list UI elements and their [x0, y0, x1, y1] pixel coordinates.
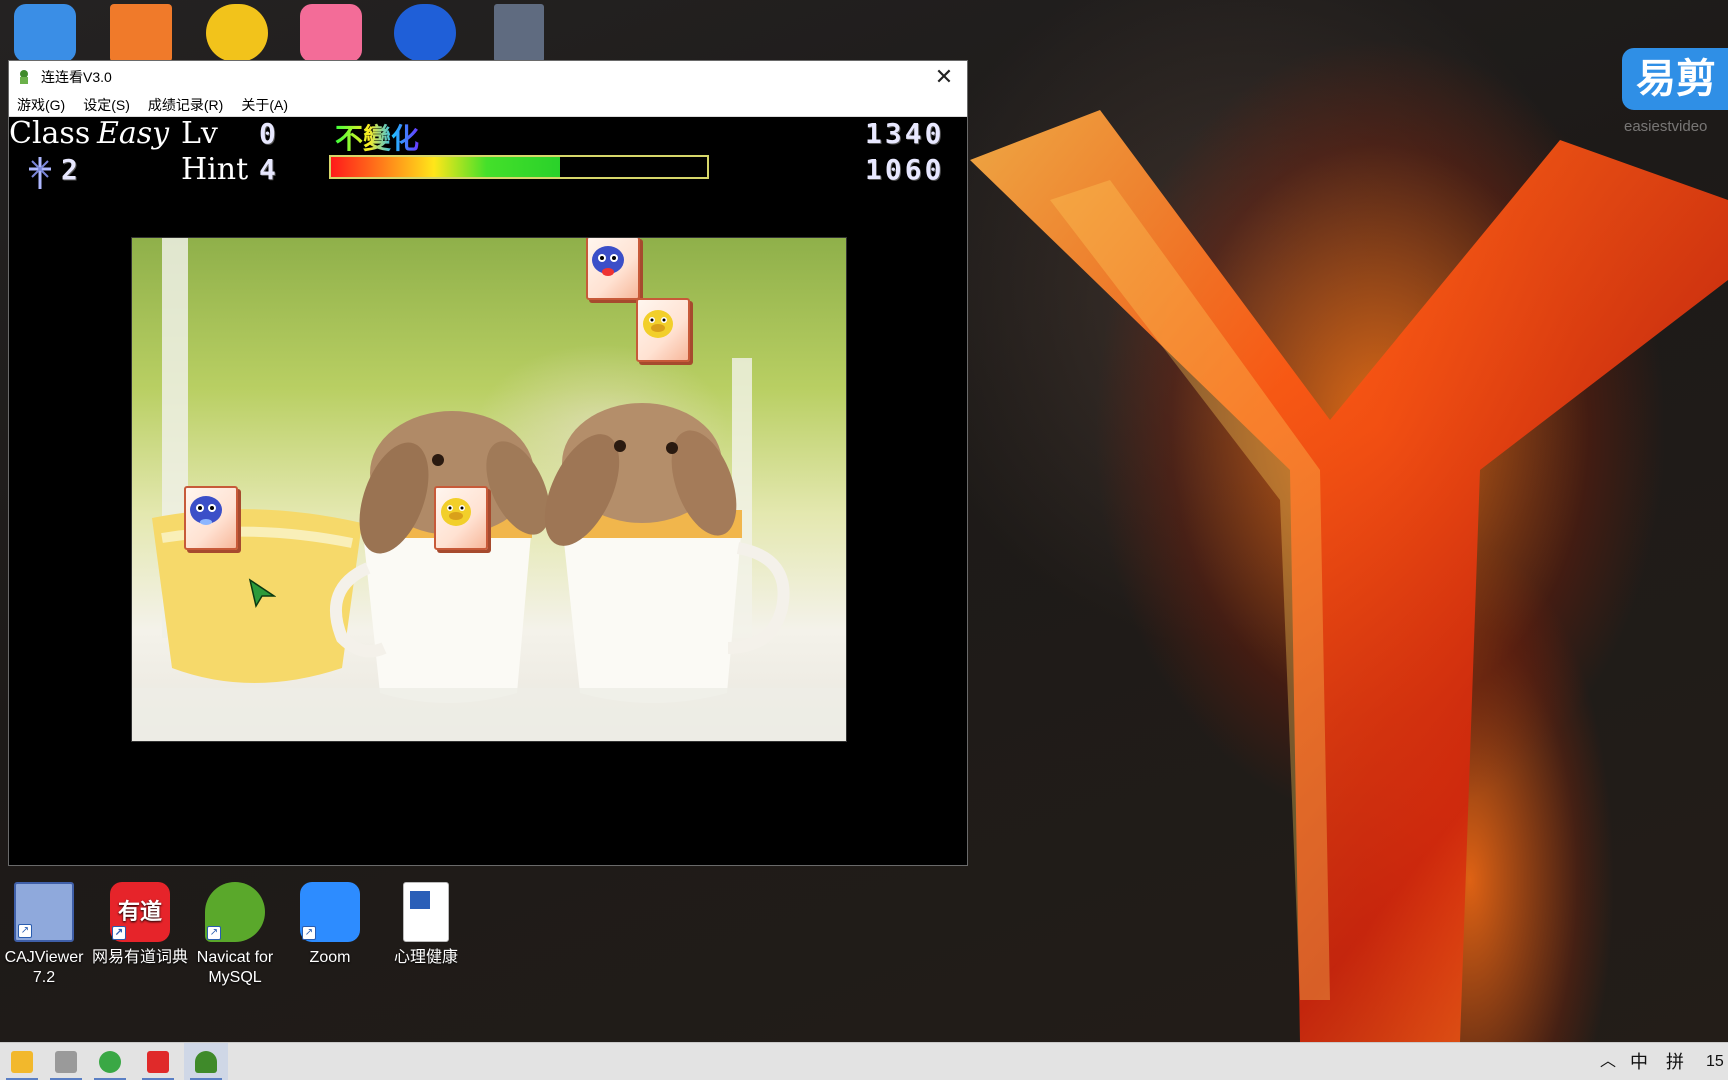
- score-top: 1340: [865, 117, 945, 150]
- bilibili-icon[interactable]: [300, 4, 362, 62]
- desktop-icon-youdao[interactable]: 有道 ↗ 网易有道词典: [92, 882, 188, 968]
- window-title: 连连看V3.0: [41, 69, 112, 85]
- level-label: Lv: [181, 116, 218, 151]
- desktop-icon-label: 心理健康: [393, 949, 458, 966]
- youdao-dictionary-icon: 有道 ↗: [110, 882, 170, 942]
- taskbar-file-explorer[interactable]: [0, 1043, 44, 1080]
- desktop-icon-label: Navicat for MySQL: [196, 949, 274, 986]
- menu-settings[interactable]: 设定(S): [74, 95, 139, 115]
- wps-icon: [147, 1051, 169, 1073]
- close-button[interactable]: ✕: [921, 61, 967, 93]
- class-label: Class: [9, 116, 91, 151]
- yellow-duck-icon: [643, 310, 673, 338]
- lianliankan-window: 连连看V3.0 ✕ 游戏(G) 设定(S) 成绩记录(R) 关于(A) Clas…: [8, 60, 968, 866]
- lives-sword-icon: [29, 157, 51, 189]
- file-explorer-icon: [11, 1051, 33, 1073]
- menu-bar: 游戏(G) 设定(S) 成绩记录(R) 关于(A): [9, 93, 967, 117]
- hint-count: 4: [259, 153, 279, 186]
- taskbar-wps[interactable]: [136, 1043, 180, 1080]
- tray-input-language[interactable]: 中: [1630, 1043, 1648, 1080]
- tray-input-method[interactable]: 拼: [1666, 1043, 1684, 1080]
- taskbar-ie-browser[interactable]: [88, 1043, 132, 1080]
- hint-label: Hint: [181, 152, 249, 187]
- game-board[interactable]: [131, 237, 847, 742]
- lianliankan-app-icon: [20, 70, 28, 84]
- word-document-icon: [403, 882, 449, 942]
- word-document-icon[interactable]: [494, 4, 544, 62]
- blue-monster-icon: [592, 246, 624, 276]
- time-bar: [329, 155, 709, 179]
- taskbar: ︿ 中 拼 15: [0, 1042, 1728, 1080]
- zoom-icon: ↗: [300, 882, 360, 942]
- flash-player-icon[interactable]: [394, 4, 456, 62]
- tray-chevron-up-icon[interactable]: ︿: [1600, 1043, 1616, 1080]
- yijian-logo[interactable]: 易剪: [1622, 48, 1728, 110]
- mouse-pointer-icon: [248, 578, 276, 608]
- mode-label: 不變化: [335, 117, 419, 157]
- media-player-icon: [55, 1051, 77, 1073]
- yellow-duck-icon: [441, 498, 471, 526]
- menu-records[interactable]: 成绩记录(R): [139, 95, 232, 115]
- navicat-icon: ↗: [205, 882, 265, 942]
- bird-app-icon[interactable]: [14, 4, 76, 62]
- desktop-icon-zoom[interactable]: ↗ Zoom: [282, 882, 378, 968]
- music-app-icon[interactable]: [206, 4, 268, 62]
- menu-game[interactable]: 游戏(G): [9, 95, 74, 115]
- lianliankan-app-icon: [195, 1051, 217, 1073]
- desktop-icon-label: 网易有道词典: [92, 949, 189, 966]
- tile-blue-monster[interactable]: [184, 486, 238, 550]
- taskbar-media-player[interactable]: [44, 1043, 88, 1080]
- desktop-icon-label: Zoom: [309, 949, 351, 966]
- desktop-icon-navicat[interactable]: ↗ Navicat for MySQL: [187, 882, 283, 988]
- lives-count: 2: [61, 153, 81, 186]
- class-value: Easy: [97, 116, 170, 151]
- tile-blue-monster[interactable]: [586, 238, 640, 300]
- board-background-rabbits: [132, 238, 846, 741]
- taskbar-lianliankan[interactable]: [184, 1043, 228, 1080]
- tile-yellow-duck[interactable]: [636, 298, 690, 362]
- blue-monster-icon: [190, 496, 222, 525]
- menu-about[interactable]: 关于(A): [232, 95, 297, 115]
- youdao-badge: 有道: [117, 899, 162, 924]
- tray-clock[interactable]: 15: [1706, 1043, 1724, 1080]
- pdf-app-icon[interactable]: [110, 4, 172, 62]
- desktop-icon-word-doc[interactable]: 心理健康: [378, 882, 474, 968]
- tile-yellow-duck[interactable]: [434, 486, 488, 550]
- desktop-icon-label: CAJViewer 7.2: [4, 949, 84, 986]
- score-bottom: 1060: [865, 153, 945, 186]
- ie-browser-icon: [99, 1051, 121, 1073]
- yijian-logo-subtitle: easiestvideo: [1624, 118, 1708, 135]
- game-hud: Class Easy Lv 0 不變化 1340 2 Hint 4 1060: [9, 117, 967, 197]
- desktop-icon-cajviewer[interactable]: ↗ CAJViewer 7.2: [0, 882, 92, 988]
- time-bar-fill: [331, 157, 561, 177]
- level-value: 0: [259, 117, 279, 150]
- window-titlebar[interactable]: 连连看V3.0 ✕: [9, 61, 967, 93]
- cajviewer-icon: ↗: [14, 882, 74, 942]
